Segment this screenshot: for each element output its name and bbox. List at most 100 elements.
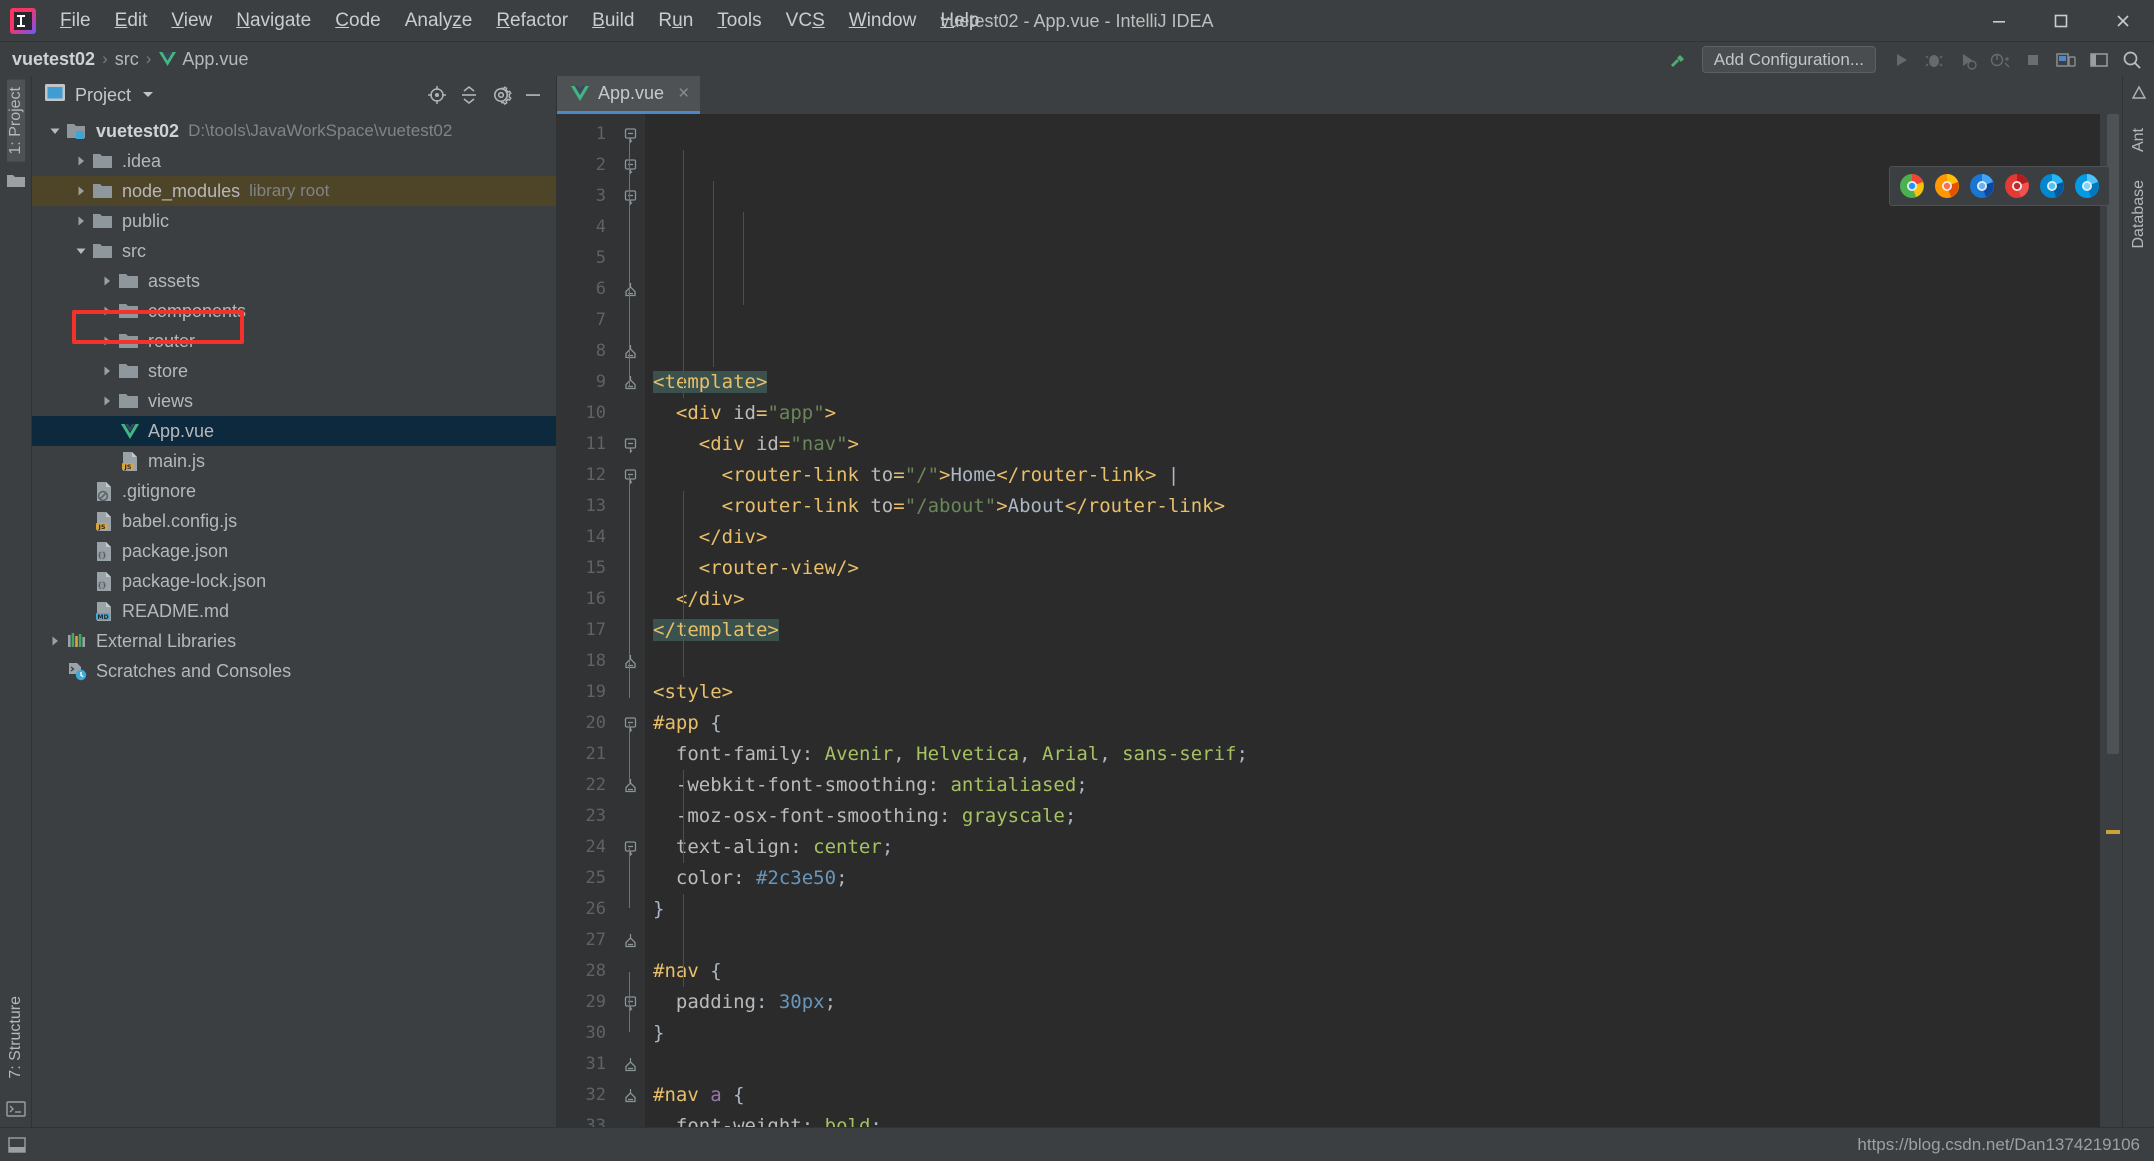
settings-gear-icon[interactable] [486,80,516,110]
add-configuration-button[interactable]: Add Configuration... [1702,46,1876,73]
menu-item-code[interactable]: Code [323,0,392,41]
menu-item-view[interactable]: View [159,0,224,41]
editor-tab-app-vue[interactable]: App.vue × [557,76,700,114]
tree-node[interactable]: router [32,326,556,356]
tree-node[interactable]: vuetest02D:\tools\JavaWorkSpace\vuetest0… [32,116,556,146]
code-line[interactable] [645,925,2100,956]
chevron-right-icon[interactable] [98,333,115,350]
project-panel-actions[interactable] [422,80,548,110]
breadcrumb-item-app-vue[interactable]: App.vue [158,49,248,70]
fold-marker-start[interactable] [615,429,645,460]
tree-node[interactable]: .idea [32,146,556,176]
code-line[interactable]: </template> [645,615,2100,646]
chevron-right-icon[interactable] [98,303,115,320]
tree-node[interactable]: Scratches and Consoles [32,656,556,686]
tree-node[interactable]: public [32,206,556,236]
fold-marker-end[interactable] [615,274,645,305]
tree-node[interactable]: node_moduleslibrary root [32,176,556,206]
breadcrumb[interactable]: vuetest02›src›App.vue [0,49,248,70]
menu-item-tools[interactable]: Tools [705,0,773,41]
tree-node[interactable]: External Libraries [32,626,556,656]
layout-icon[interactable] [2082,43,2115,76]
terminal-icon[interactable] [6,1100,26,1123]
fold-marker-end[interactable] [615,1049,645,1080]
run-icon[interactable] [1884,43,1917,76]
code-line[interactable]: <router-link to="/about">About</router-l… [645,491,2100,522]
code-line[interactable]: <template> [645,367,2100,398]
search-everywhere-icon[interactable] [2115,43,2148,76]
sidebar-tab-ant[interactable]: Ant [2130,121,2148,159]
code-line[interactable]: } [645,1018,2100,1049]
tree-node[interactable]: {}package-lock.json [32,566,556,596]
chevron-right-icon[interactable] [98,273,115,290]
code-line[interactable]: color: #2c3e50; [645,863,2100,894]
fold-marker-start[interactable] [615,708,645,739]
maven-icon[interactable] [2130,84,2148,107]
breadcrumb-item-vuetest02[interactable]: vuetest02 [12,49,95,70]
fold-marker-start[interactable] [615,460,645,491]
firefox-icon[interactable] [1934,173,1960,199]
close-icon[interactable] [2092,0,2154,41]
code-line[interactable]: <router-link to="/">Home</router-link> | [645,460,2100,491]
editor-scrollbar[interactable] [2100,114,2122,1127]
tree-node[interactable]: {}package.json [32,536,556,566]
fold-marker-end[interactable] [615,925,645,956]
opera-icon[interactable] [2004,173,2030,199]
minimize-icon[interactable] [1968,0,2030,41]
code-line[interactable]: text-align: center; [645,832,2100,863]
menu-bar[interactable]: FileEditViewNavigateCodeAnalyzeRefactorB… [48,0,991,41]
menu-item-run[interactable]: Run [646,0,705,41]
tree-node[interactable]: views [32,386,556,416]
hammer-build-icon[interactable] [1661,43,1694,76]
fold-marker-end[interactable] [615,367,645,398]
sidebar-tab-structure[interactable]: 7: Structure [7,989,25,1086]
hide-panel-icon[interactable] [518,80,548,110]
fold-marker-end[interactable] [615,336,645,367]
code-line[interactable]: <style> [645,677,2100,708]
code-line[interactable]: font-family: Avenir, Helvetica, Arial, s… [645,739,2100,770]
fold-marker-start[interactable] [615,119,645,150]
project-view-icon[interactable] [44,83,66,107]
code-line[interactable]: padding: 30px; [645,987,2100,1018]
navbar-actions[interactable]: Add Configuration... [1661,42,2154,77]
status-layout-icon[interactable] [0,1137,34,1153]
menu-item-build[interactable]: Build [580,0,646,41]
tree-node-selected[interactable]: App.vue [32,416,556,446]
fold-marker-end[interactable] [615,770,645,801]
code-line[interactable]: <div id="app"> [645,398,2100,429]
fold-marker-start[interactable] [615,987,645,1018]
code-line[interactable]: #nav a { [645,1080,2100,1111]
code-line[interactable]: </div> [645,522,2100,553]
code-editor[interactable]: 1234567891011121314151617181920212223242… [557,114,2122,1127]
sidebar-tab-project[interactable]: 1: Project [7,80,25,162]
debug-icon[interactable] [1917,43,1950,76]
fold-marker-end[interactable] [615,646,645,677]
browser-preview-bar[interactable] [1889,166,2110,206]
window-controls[interactable] [1968,0,2154,41]
fold-marker-start[interactable] [615,150,645,181]
chevron-down-icon[interactable] [72,243,89,260]
code-text[interactable]: <template> <div id="app"> <div id="nav">… [645,114,2100,1127]
breadcrumb-item-src[interactable]: src [115,49,139,70]
code-line[interactable]: -moz-osx-font-smoothing: grayscale; [645,801,2100,832]
fold-marker-start[interactable] [615,832,645,863]
code-line[interactable]: } [645,894,2100,925]
chevron-right-icon[interactable] [98,363,115,380]
safari-icon[interactable] [2074,173,2100,199]
menu-item-refactor[interactable]: Refactor [484,0,580,41]
code-line[interactable]: <div id="nav"> [645,429,2100,460]
close-tab-icon[interactable]: × [678,84,689,103]
chevron-down-icon[interactable] [46,123,63,140]
tree-node[interactable]: .gitignore [32,476,556,506]
code-line[interactable]: -webkit-font-smoothing: antialiased; [645,770,2100,801]
code-folding-gutter[interactable] [615,114,645,1127]
menu-item-window[interactable]: Window [837,0,929,41]
tree-node[interactable]: JSbabel.config.js [32,506,556,536]
editor-tab-bar[interactable]: App.vue × [557,76,2122,114]
chevron-right-icon[interactable] [98,393,115,410]
menu-item-navigate[interactable]: Navigate [224,0,323,41]
profiler-icon[interactable] [1983,43,2016,76]
collapse-all-icon[interactable] [454,80,484,110]
chevron-down-icon[interactable] [141,86,155,104]
fold-marker-end[interactable] [615,1080,645,1111]
